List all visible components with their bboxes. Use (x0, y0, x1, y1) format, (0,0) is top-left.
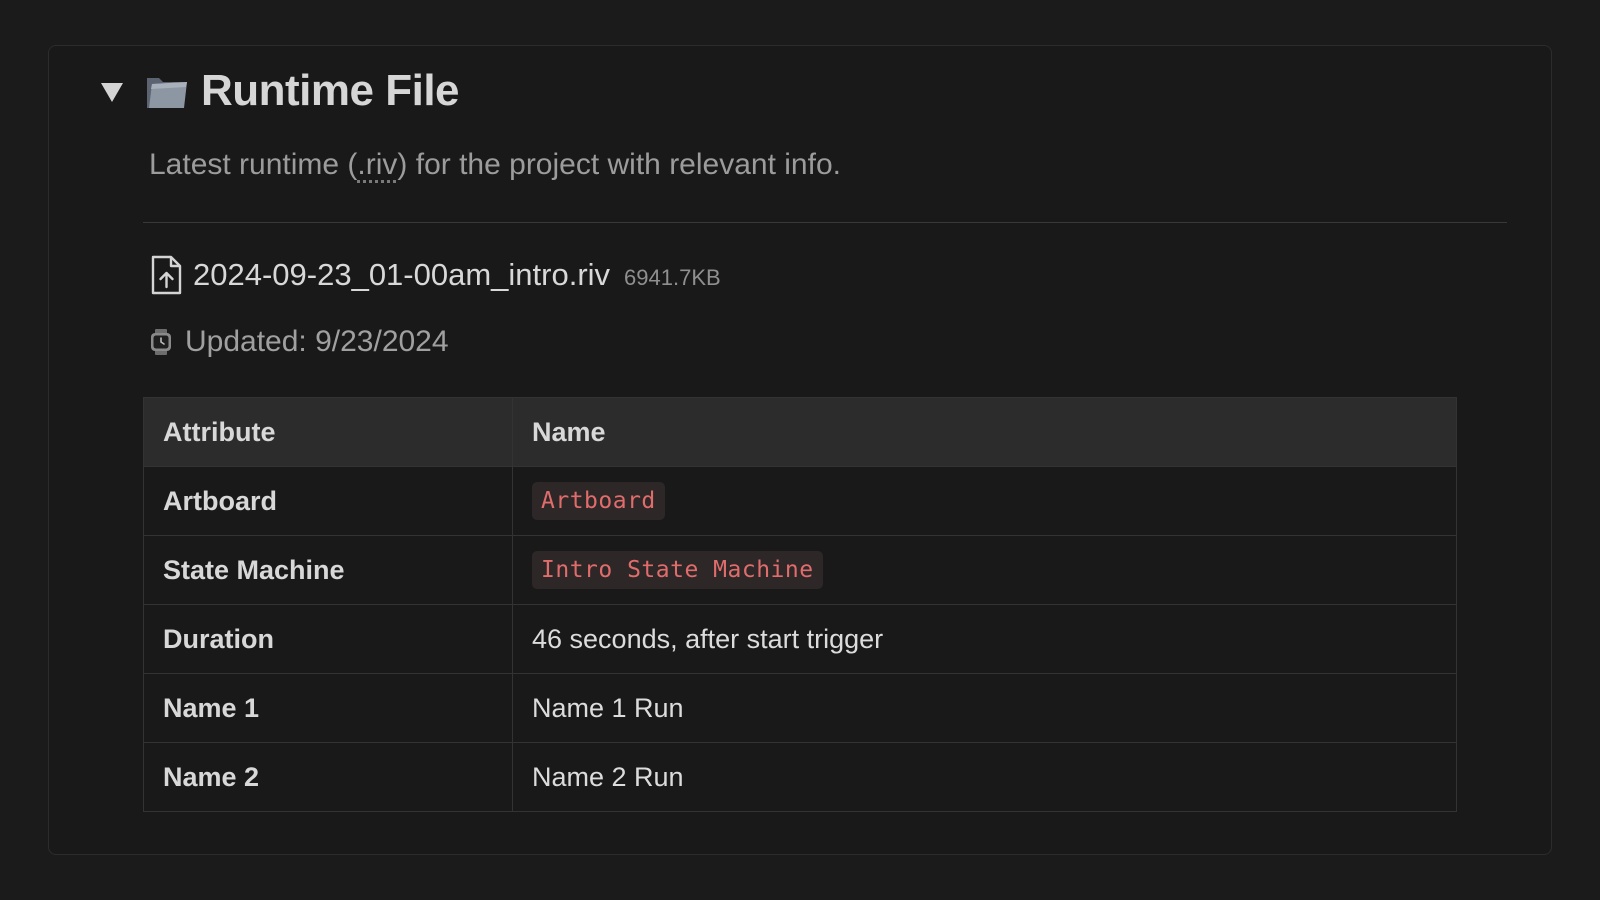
table-row: Duration 46 seconds, after start trigger (143, 604, 1457, 674)
value-cell[interactable]: Artboard (512, 466, 1457, 536)
toggle-block: Runtime File Latest runtime (.riv) for t… (48, 45, 1552, 855)
table-row: Name 1 Name 1 Run (143, 673, 1457, 743)
updated-text: Updated: 9/23/2024 (185, 325, 449, 358)
table-header-row: Attribute Name (143, 397, 1457, 467)
riv-term[interactable]: .riv (357, 148, 397, 181)
file-upload-icon (151, 255, 182, 295)
column-header-name: Name (512, 397, 1457, 467)
divider (143, 222, 1507, 223)
value-cell[interactable]: Name 2 Run (512, 742, 1457, 812)
description-suffix: ) for the project with relevant info. (397, 148, 841, 181)
attribute-table: Attribute Name Artboard Artboard State M… (143, 397, 1457, 812)
value-cell[interactable]: Intro State Machine (512, 535, 1457, 605)
inline-code: Intro State Machine (532, 551, 823, 589)
file-name[interactable]: 2024-09-23_01-00am_intro.riv (193, 257, 610, 293)
toggle-header: Runtime File (101, 64, 460, 118)
column-header-attribute: Attribute (143, 397, 513, 467)
toggle-arrow-icon[interactable] (101, 82, 123, 102)
inline-code: Artboard (532, 482, 665, 520)
file-size: 6941.7KB (624, 265, 721, 290)
value-cell[interactable]: Name 1 Run (512, 673, 1457, 743)
value-cell[interactable]: 46 seconds, after start trigger (512, 604, 1457, 674)
updated-line: Updated: 9/23/2024 (149, 322, 449, 362)
file-attachment[interactable]: 2024-09-23_01-00am_intro.riv 6941.7KB (149, 253, 721, 297)
attribute-cell[interactable]: Artboard (143, 466, 513, 536)
attribute-cell[interactable]: Duration (143, 604, 513, 674)
attribute-cell[interactable]: Name 1 (143, 673, 513, 743)
attribute-cell[interactable]: State Machine (143, 535, 513, 605)
description-prefix: Latest runtime ( (149, 148, 358, 181)
watch-icon (151, 329, 171, 355)
attribute-cell[interactable]: Name 2 (143, 742, 513, 812)
table-row: Artboard Artboard (143, 466, 1457, 536)
section-description: Latest runtime (.riv) for the project wi… (149, 148, 841, 182)
page-title: Runtime File (201, 66, 460, 115)
table-row: Name 2 Name 2 Run (143, 742, 1457, 812)
folder-icon (147, 78, 187, 108)
table-row: State Machine Intro State Machine (143, 535, 1457, 605)
